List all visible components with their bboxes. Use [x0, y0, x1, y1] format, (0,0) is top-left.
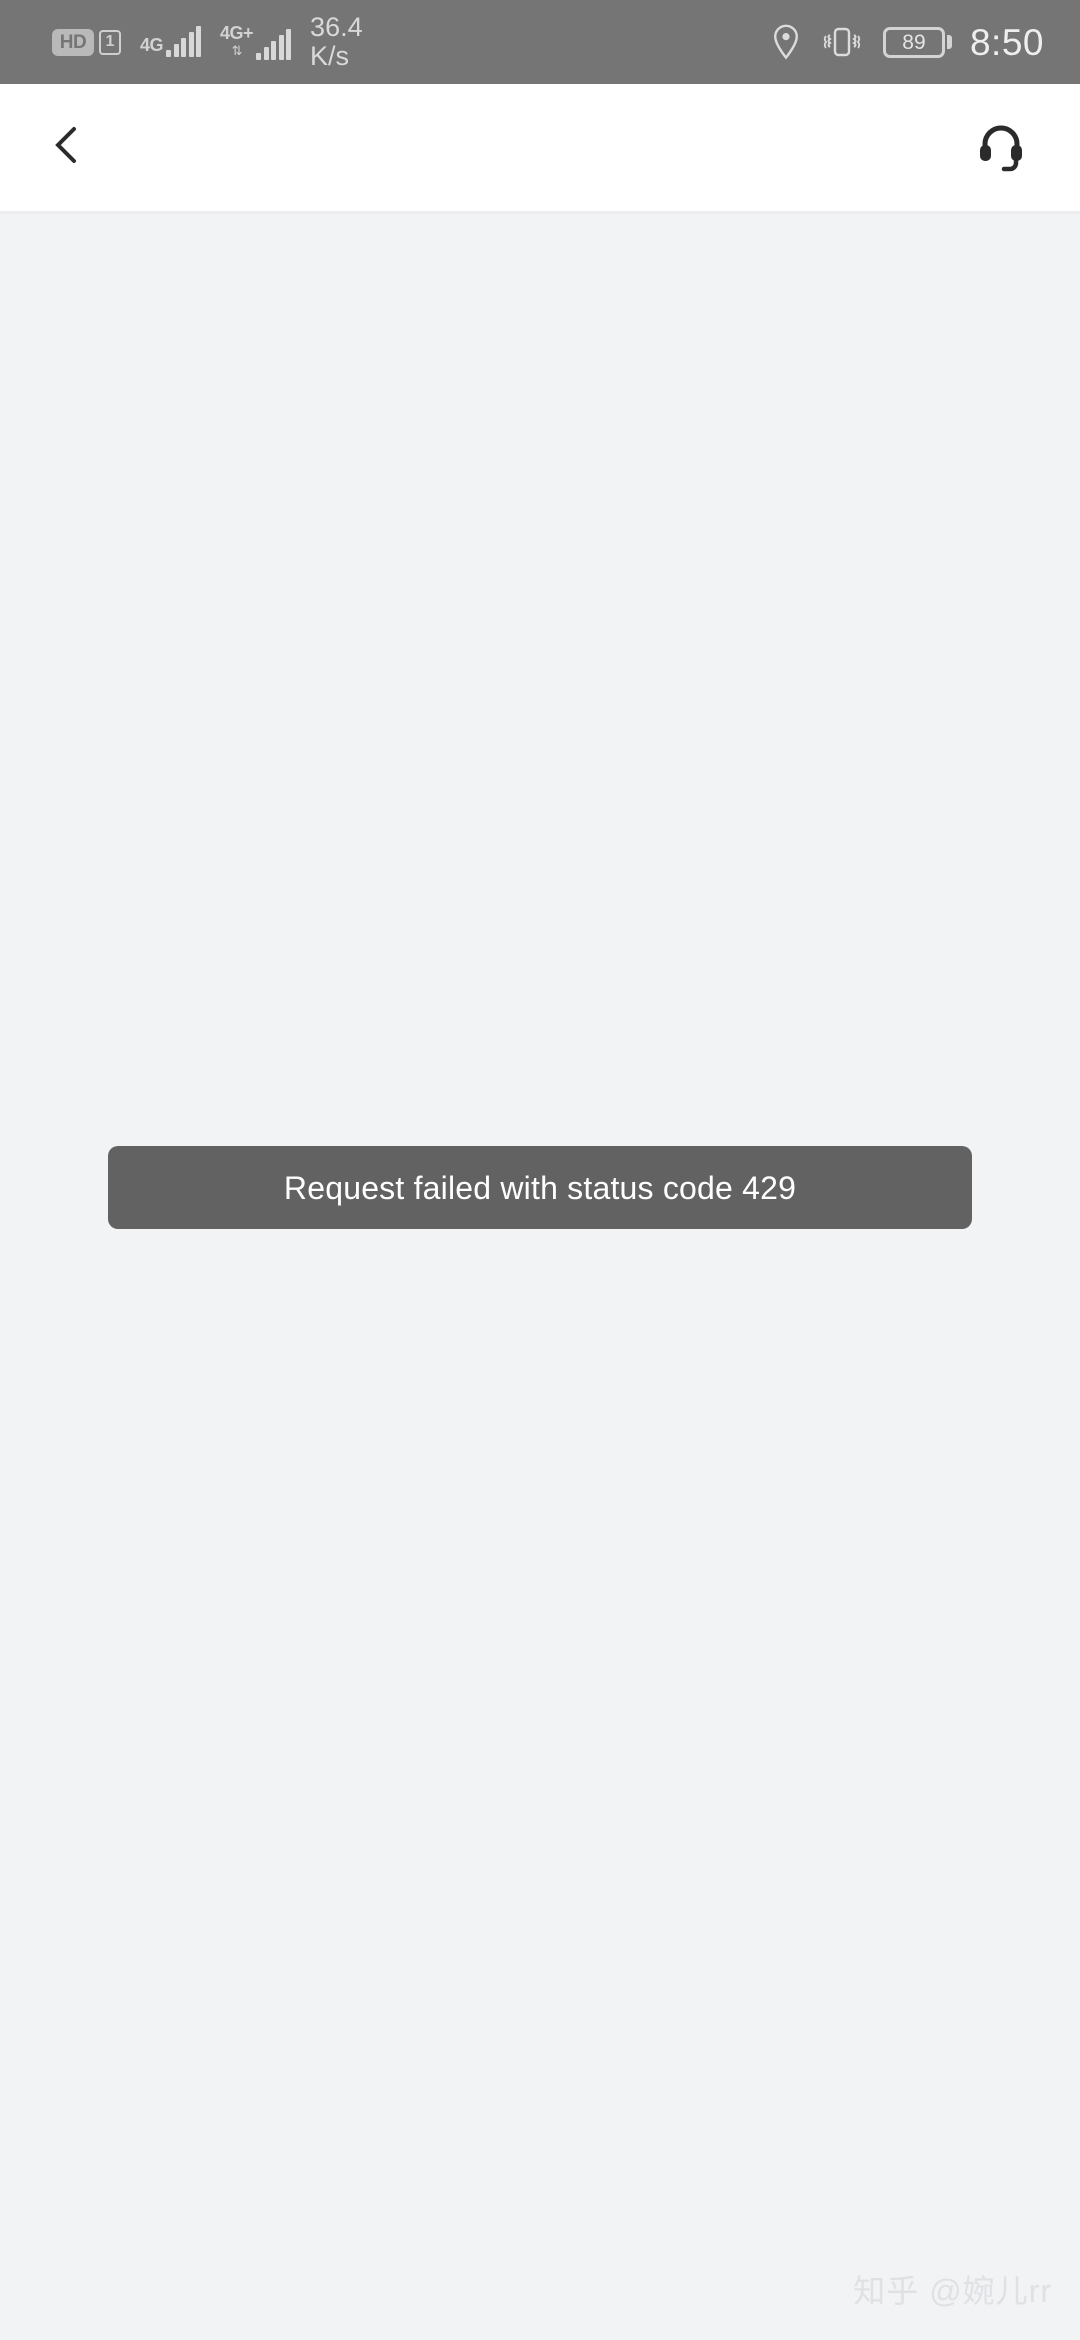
back-button[interactable] [30, 111, 104, 185]
page-content: Request failed with status code 429 知乎 @… [0, 212, 1080, 2340]
sim-icon: 1 [99, 29, 121, 55]
signal-bars-icon-primary: 4G [140, 26, 202, 57]
chevron-left-icon [43, 121, 91, 174]
battery-body: 89 [882, 26, 945, 58]
location-pin-icon [771, 24, 801, 60]
battery-icon: 89 [882, 26, 952, 58]
phone-screen: HD 1 4G 4G+ ⇅ 36.4 K/s 89 8:50 Request f… [0, 0, 1080, 2340]
hd-icon: HD [52, 28, 94, 56]
status-bar: HD 1 4G 4G+ ⇅ 36.4 K/s 89 8:50 [0, 0, 1080, 84]
network-speed: 36.4 K/s [310, 13, 363, 70]
network-type-primary: 4G [140, 35, 164, 55]
network-speed-value: 36.4 [310, 12, 363, 43]
headset-icon [973, 117, 1029, 178]
network-speed-unit: K/s [310, 41, 350, 71]
battery-cap [946, 35, 952, 49]
status-bar-right: 89 8:50 [771, 24, 1044, 61]
toast-message-text: Request failed with status code 429 [283, 1169, 797, 1206]
status-bar-clock: 8:50 [969, 21, 1044, 63]
status-bar-left: HD 1 4G 4G+ ⇅ 36.4 K/s [52, 13, 363, 70]
network-type-secondary: 4G+ ⇅ [220, 23, 254, 58]
signal-bars-icon [256, 29, 292, 60]
customer-support-button[interactable] [964, 111, 1038, 185]
watermark: 知乎 @婉儿rr [853, 2273, 1052, 2309]
data-transfer-arrows-icon: ⇅ [231, 43, 243, 58]
toast-message: Request failed with status code 429 [108, 1146, 972, 1229]
app-bar [0, 84, 1080, 212]
signal-bars-icon-secondary: 4G+ ⇅ [220, 23, 292, 60]
vibrate-icon [819, 24, 865, 60]
battery-level-label: 89 [902, 30, 926, 54]
signal-bars-icon [166, 26, 202, 57]
